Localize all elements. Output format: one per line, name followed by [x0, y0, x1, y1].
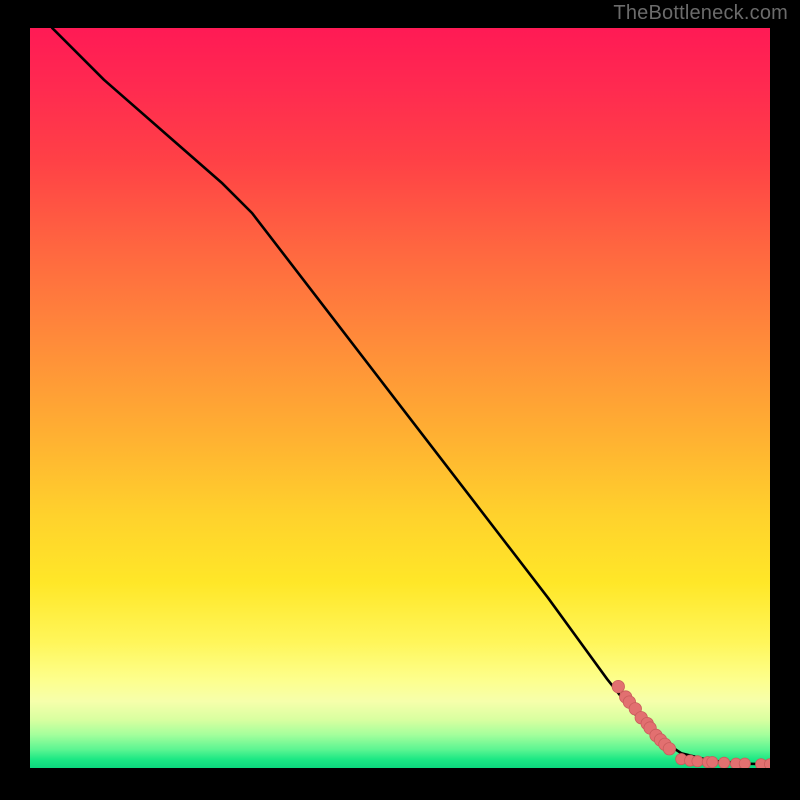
data-point — [707, 757, 718, 768]
data-point — [663, 743, 675, 755]
data-point — [739, 758, 750, 768]
data-point — [719, 757, 730, 768]
data-point — [692, 756, 703, 767]
chart-svg — [30, 28, 770, 768]
scatter-points — [612, 680, 770, 768]
curve-line — [52, 28, 770, 764]
data-point — [612, 680, 624, 692]
chart-plot-area — [30, 28, 770, 768]
attribution-text: TheBottleneck.com — [613, 2, 788, 25]
